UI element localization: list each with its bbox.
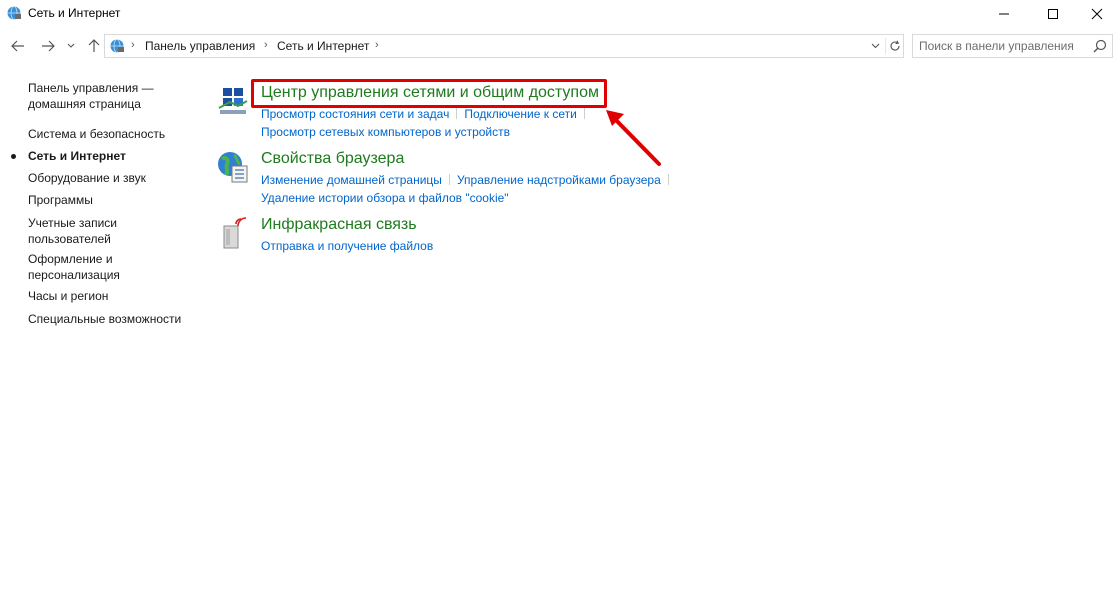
chevron-down-icon: [67, 43, 75, 48]
minimize-button[interactable]: [981, 0, 1027, 28]
search-icon[interactable]: [1093, 39, 1107, 53]
sidebar-item-hardware-sound[interactable]: Оборудование и звук: [28, 170, 198, 186]
search-box[interactable]: [912, 34, 1113, 58]
connect-to-network-link[interactable]: Подключение к сети: [464, 107, 576, 121]
navigation-bar: › Панель управления › Сеть и Интернет ›: [0, 32, 1120, 60]
breadcrumb-chevron-icon[interactable]: ›: [131, 39, 135, 51]
divider: [456, 108, 458, 119]
sidebar-item-user-accounts[interactable]: Учетные записи пользователей: [28, 215, 128, 247]
network-globe-icon: [110, 39, 124, 53]
manage-add-ons-link[interactable]: Управление надстройками браузера: [457, 173, 661, 187]
red-arrow-icon: [606, 110, 661, 166]
close-button[interactable]: [1074, 0, 1120, 28]
up-button[interactable]: [84, 36, 104, 56]
arrow-right-icon: [42, 40, 55, 52]
infrared-link[interactable]: Инфракрасная связь: [261, 216, 417, 234]
view-network-status-link[interactable]: Просмотр состояния сети и задач: [261, 107, 449, 121]
refresh-button[interactable]: [885, 38, 903, 54]
active-bullet-icon: [11, 154, 16, 159]
address-dropdown-button[interactable]: [867, 38, 883, 54]
sidebar-item-programs[interactable]: Программы: [28, 192, 198, 208]
search-input[interactable]: [919, 38, 1089, 54]
divider: [583, 108, 585, 119]
arrow-up-icon: [88, 39, 100, 52]
view-network-computers-link[interactable]: Просмотр сетевых компьютеров и устройств: [261, 125, 510, 139]
close-icon: [1091, 8, 1103, 20]
address-bar[interactable]: › Панель управления › Сеть и Интернет ›: [104, 34, 904, 58]
divider: [667, 174, 669, 185]
internet-options-link[interactable]: Свойства браузера: [261, 150, 404, 168]
chevron-down-icon: [871, 43, 879, 49]
divider: [448, 174, 450, 185]
refresh-icon: [890, 40, 900, 51]
sidebar-item-ease-of-access[interactable]: Специальные возможности: [28, 311, 198, 327]
task-row: Отправка и получение файлов: [261, 239, 433, 253]
task-row: Просмотр состояния сети и задач Подключен…: [261, 107, 592, 121]
maximize-button[interactable]: [1030, 0, 1076, 28]
network-globe-icon: [7, 6, 21, 20]
breadcrumb-chevron-icon[interactable]: ›: [375, 39, 379, 51]
internet-options-icon[interactable]: [216, 150, 250, 184]
window-title: Сеть и Интернет: [28, 6, 121, 20]
sidebar-item-control-panel-home[interactable]: Панель управления — домашняя страница: [28, 80, 198, 112]
forward-button[interactable]: [38, 36, 58, 56]
sidebar-item-label: Сеть и Интернет: [28, 149, 126, 163]
title-bar: Сеть и Интернет: [0, 0, 1120, 28]
sidebar-item-system-security[interactable]: Система и безопасность: [28, 126, 198, 142]
breadcrumb-chevron-icon[interactable]: ›: [264, 39, 268, 51]
recent-locations-button[interactable]: [64, 36, 78, 56]
infrared-icon[interactable]: [216, 216, 250, 250]
breadcrumb-network-internet[interactable]: Сеть и Интернет: [277, 39, 369, 53]
network-center-icon[interactable]: [216, 84, 250, 118]
highlight-box: [251, 79, 607, 108]
task-row: Просмотр сетевых компьютеров и устройств: [261, 125, 510, 139]
delete-history-cookies-link[interactable]: Удаление истории обзора и файлов "cookie…: [261, 191, 509, 205]
maximize-icon: [1048, 9, 1058, 19]
breadcrumb-control-panel[interactable]: Панель управления: [145, 39, 255, 53]
sidebar-item-network-internet[interactable]: Сеть и Интернет: [11, 148, 198, 164]
send-receive-files-link[interactable]: Отправка и получение файлов: [261, 239, 433, 253]
change-home-page-link[interactable]: Изменение домашней страницы: [261, 173, 442, 187]
task-row: Изменение домашней страницы Управление на…: [261, 173, 676, 187]
back-button[interactable]: [8, 36, 28, 56]
minimize-icon: [999, 13, 1009, 15]
sidebar-item-appearance[interactable]: Оформление и персонализация: [28, 251, 128, 283]
task-row: Удаление истории обзора и файлов "cookie…: [261, 191, 509, 205]
arrow-left-icon: [11, 40, 24, 52]
sidebar-item-clock-region[interactable]: Часы и регион: [28, 288, 198, 304]
